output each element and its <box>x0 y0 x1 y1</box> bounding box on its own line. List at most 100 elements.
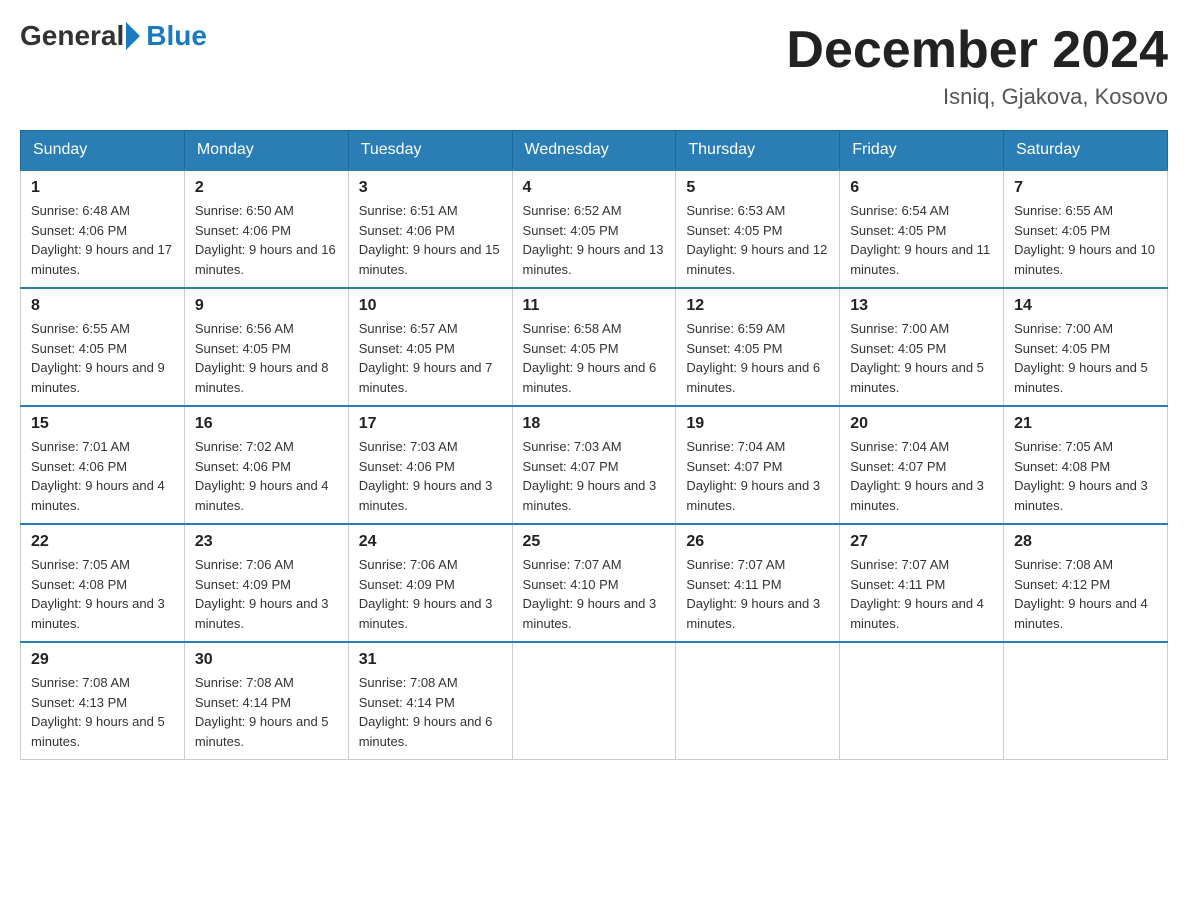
day-cell <box>840 642 1004 760</box>
day-info: Sunrise: 7:06 AMSunset: 4:09 PMDaylight:… <box>359 555 502 633</box>
day-info: Sunrise: 6:51 AMSunset: 4:06 PMDaylight:… <box>359 201 502 279</box>
day-cell: 17Sunrise: 7:03 AMSunset: 4:06 PMDayligh… <box>348 406 512 524</box>
day-info: Sunrise: 6:55 AMSunset: 4:05 PMDaylight:… <box>31 319 174 397</box>
day-info: Sunrise: 7:07 AMSunset: 4:11 PMDaylight:… <box>850 555 993 633</box>
day-cell: 22 Sunrise: 7:05 AMSunset: 4:08 PMDayligh… <box>21 524 185 642</box>
day-cell: 21Sunrise: 7:05 AMSunset: 4:08 PMDayligh… <box>1004 406 1168 524</box>
day-info: Sunrise: 6:50 AMSunset: 4:06 PMDaylight:… <box>195 201 338 279</box>
day-cell: 3 Sunrise: 6:51 AMSunset: 4:06 PMDaylight… <box>348 170 512 288</box>
day-number: 20 <box>850 415 993 433</box>
day-info: Sunrise: 7:06 AMSunset: 4:09 PMDaylight:… <box>195 555 338 633</box>
day-cell: 16 Sunrise: 7:02 AMSunset: 4:06 PMDayligh… <box>184 406 348 524</box>
day-cell: 26Sunrise: 7:07 AMSunset: 4:11 PMDayligh… <box>676 524 840 642</box>
day-info: Sunrise: 6:57 AMSunset: 4:05 PMDaylight:… <box>359 319 502 397</box>
day-info: Sunrise: 7:08 AMSunset: 4:14 PMDaylight:… <box>359 673 502 751</box>
day-info: Sunrise: 7:04 AMSunset: 4:07 PMDaylight:… <box>850 437 993 515</box>
day-cell: 28 Sunrise: 7:08 AMSunset: 4:12 PMDayligh… <box>1004 524 1168 642</box>
day-info: Sunrise: 7:08 AMSunset: 4:13 PMDaylight:… <box>31 673 174 751</box>
header-tuesday: Tuesday <box>348 131 512 171</box>
day-cell: 12Sunrise: 6:59 AMSunset: 4:05 PMDayligh… <box>676 288 840 406</box>
logo-arrow-icon <box>126 22 140 50</box>
day-number: 7 <box>1014 179 1157 197</box>
header-row: Sunday Monday Tuesday Wednesday Thursday… <box>21 131 1168 171</box>
day-number: 11 <box>523 297 666 315</box>
day-cell <box>676 642 840 760</box>
title-section: December 2024 Isniq, Gjakova, Kosovo <box>786 20 1168 110</box>
day-number: 24 <box>359 533 502 551</box>
day-info: Sunrise: 7:00 AMSunset: 4:05 PMDaylight:… <box>850 319 993 397</box>
header-monday: Monday <box>184 131 348 171</box>
day-info: Sunrise: 7:00 AMSunset: 4:05 PMDaylight:… <box>1014 319 1157 397</box>
day-cell: 14 Sunrise: 7:00 AMSunset: 4:05 PMDayligh… <box>1004 288 1168 406</box>
day-cell: 4 Sunrise: 6:52 AMSunset: 4:05 PMDaylight… <box>512 170 676 288</box>
logo-blue-text: Blue <box>146 20 207 52</box>
day-number: 19 <box>686 415 829 433</box>
day-info: Sunrise: 7:03 AMSunset: 4:06 PMDaylight:… <box>359 437 502 515</box>
day-cell: 31Sunrise: 7:08 AMSunset: 4:14 PMDayligh… <box>348 642 512 760</box>
day-cell: 8 Sunrise: 6:55 AMSunset: 4:05 PMDaylight… <box>21 288 185 406</box>
day-cell: 29 Sunrise: 7:08 AMSunset: 4:13 PMDayligh… <box>21 642 185 760</box>
header-saturday: Saturday <box>1004 131 1168 171</box>
day-number: 14 <box>1014 297 1157 315</box>
logo: General Blue <box>20 20 207 52</box>
day-number: 29 <box>31 651 174 669</box>
day-info: Sunrise: 6:53 AMSunset: 4:05 PMDaylight:… <box>686 201 829 279</box>
day-number: 15 <box>31 415 174 433</box>
day-number: 25 <box>523 533 666 551</box>
day-info: Sunrise: 7:02 AMSunset: 4:06 PMDaylight:… <box>195 437 338 515</box>
day-info: Sunrise: 7:05 AMSunset: 4:08 PMDaylight:… <box>31 555 174 633</box>
day-cell: 11 Sunrise: 6:58 AMSunset: 4:05 PMDayligh… <box>512 288 676 406</box>
day-cell: 9Sunrise: 6:56 AMSunset: 4:05 PMDaylight… <box>184 288 348 406</box>
week-row-2: 8 Sunrise: 6:55 AMSunset: 4:05 PMDaylight… <box>21 288 1168 406</box>
day-number: 30 <box>195 651 338 669</box>
day-info: Sunrise: 7:03 AMSunset: 4:07 PMDaylight:… <box>523 437 666 515</box>
day-info: Sunrise: 7:08 AMSunset: 4:12 PMDaylight:… <box>1014 555 1157 633</box>
day-number: 16 <box>195 415 338 433</box>
day-info: Sunrise: 6:52 AMSunset: 4:05 PMDaylight:… <box>523 201 666 279</box>
day-cell: 15 Sunrise: 7:01 AMSunset: 4:06 PMDayligh… <box>21 406 185 524</box>
day-number: 27 <box>850 533 993 551</box>
week-row-3: 15 Sunrise: 7:01 AMSunset: 4:06 PMDayligh… <box>21 406 1168 524</box>
day-number: 13 <box>850 297 993 315</box>
day-cell: 6Sunrise: 6:54 AMSunset: 4:05 PMDaylight… <box>840 170 1004 288</box>
day-cell: 23 Sunrise: 7:06 AMSunset: 4:09 PMDayligh… <box>184 524 348 642</box>
day-number: 3 <box>359 179 502 197</box>
day-number: 1 <box>31 179 174 197</box>
header-friday: Friday <box>840 131 1004 171</box>
day-cell: 27 Sunrise: 7:07 AMSunset: 4:11 PMDayligh… <box>840 524 1004 642</box>
day-cell: 18 Sunrise: 7:03 AMSunset: 4:07 PMDayligh… <box>512 406 676 524</box>
day-cell: 13 Sunrise: 7:00 AMSunset: 4:05 PMDayligh… <box>840 288 1004 406</box>
day-cell: 10Sunrise: 6:57 AMSunset: 4:05 PMDayligh… <box>348 288 512 406</box>
day-number: 2 <box>195 179 338 197</box>
day-number: 6 <box>850 179 993 197</box>
month-title: December 2024 <box>786 20 1168 80</box>
day-number: 21 <box>1014 415 1157 433</box>
day-cell: 7Sunrise: 6:55 AMSunset: 4:05 PMDaylight… <box>1004 170 1168 288</box>
day-number: 23 <box>195 533 338 551</box>
day-cell: 19 Sunrise: 7:04 AMSunset: 4:07 PMDayligh… <box>676 406 840 524</box>
day-cell: 25Sunrise: 7:07 AMSunset: 4:10 PMDayligh… <box>512 524 676 642</box>
day-number: 22 <box>31 533 174 551</box>
day-number: 18 <box>523 415 666 433</box>
day-info: Sunrise: 6:56 AMSunset: 4:05 PMDaylight:… <box>195 319 338 397</box>
day-info: Sunrise: 7:04 AMSunset: 4:07 PMDaylight:… <box>686 437 829 515</box>
day-info: Sunrise: 6:58 AMSunset: 4:05 PMDaylight:… <box>523 319 666 397</box>
day-number: 4 <box>523 179 666 197</box>
day-number: 28 <box>1014 533 1157 551</box>
header-sunday: Sunday <box>21 131 185 171</box>
day-number: 26 <box>686 533 829 551</box>
logo-general-text: General <box>20 20 124 52</box>
header-thursday: Thursday <box>676 131 840 171</box>
day-cell <box>1004 642 1168 760</box>
day-cell: 20 Sunrise: 7:04 AMSunset: 4:07 PMDayligh… <box>840 406 1004 524</box>
day-info: Sunrise: 6:59 AMSunset: 4:05 PMDaylight:… <box>686 319 829 397</box>
header-wednesday: Wednesday <box>512 131 676 171</box>
day-cell: 2 Sunrise: 6:50 AMSunset: 4:06 PMDaylight… <box>184 170 348 288</box>
header: General Blue December 2024 Isniq, Gjakov… <box>20 20 1168 110</box>
day-cell <box>512 642 676 760</box>
day-info: Sunrise: 7:01 AMSunset: 4:06 PMDaylight:… <box>31 437 174 515</box>
day-number: 8 <box>31 297 174 315</box>
day-cell: 30Sunrise: 7:08 AMSunset: 4:14 PMDayligh… <box>184 642 348 760</box>
week-row-4: 22 Sunrise: 7:05 AMSunset: 4:08 PMDayligh… <box>21 524 1168 642</box>
day-cell: 1Sunrise: 6:48 AMSunset: 4:06 PMDaylight… <box>21 170 185 288</box>
